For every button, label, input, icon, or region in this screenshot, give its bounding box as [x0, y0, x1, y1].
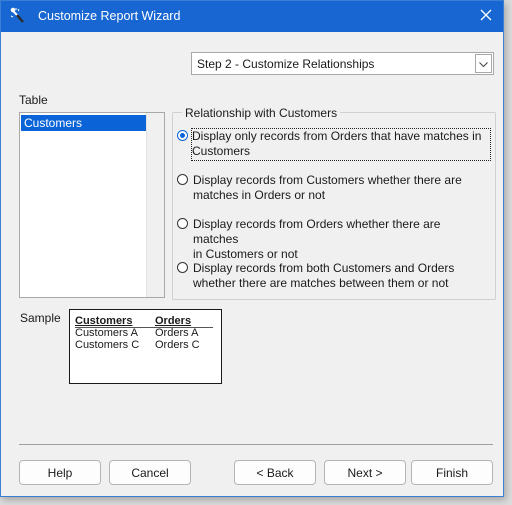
sample-header-orders: Orders: [155, 315, 192, 327]
step-dropdown-value: Step 2 - Customize Relationships: [197, 57, 375, 71]
relationship-group-label: Relationship with Customers: [182, 106, 341, 120]
dropdown-arrow-button[interactable]: [475, 54, 492, 73]
next-button[interactable]: Next >: [324, 460, 406, 485]
radio-label-line1: Display only records from Orders that ha…: [192, 129, 482, 143]
radio-label-line2: whether there are matches between them o…: [193, 276, 449, 290]
sample-column-orders: Orders Orders A Orders C: [155, 315, 200, 351]
chevron-down-icon: [479, 57, 488, 71]
list-item-customers[interactable]: Customers: [21, 115, 146, 131]
radio-label-line1: Display records from both Customers and …: [193, 261, 455, 275]
radio-button[interactable]: [177, 174, 188, 185]
radio-label-line2: in Customers or not: [193, 247, 298, 261]
finish-button[interactable]: Finish: [411, 460, 493, 485]
radio-label: Display records from Orders whether ther…: [193, 217, 489, 262]
sample-cell: Orders C: [155, 339, 200, 351]
vertical-scrollbar[interactable]: [146, 113, 164, 297]
radio-label: Display records from Customers whether t…: [193, 173, 489, 203]
sample-cell: Customers C: [75, 339, 140, 351]
radio-option-all-customers[interactable]: Display records from Customers whether t…: [177, 173, 493, 205]
radio-option-orders-matches-only[interactable]: Display only records from Orders that ha…: [177, 128, 493, 161]
wizard-wand-icon: [9, 7, 27, 25]
sample-header-customers: Customers: [75, 315, 133, 327]
radio-label: Display only records from Orders that ha…: [191, 128, 491, 161]
customize-report-wizard-window: Customize Report Wizard Step 2 - Customi…: [0, 0, 504, 497]
radio-label: Display records from both Customers and …: [193, 261, 489, 291]
sample-preview: Customers Customers A Customers C Orders…: [69, 309, 222, 384]
radio-button-checked[interactable]: [177, 130, 188, 141]
sample-label: Sample: [20, 311, 61, 325]
title-bar: Customize Report Wizard: [1, 1, 503, 32]
table-listbox[interactable]: Customers: [19, 112, 165, 298]
radio-label-line1: Display records from Orders whether ther…: [193, 217, 441, 246]
radio-option-all-orders[interactable]: Display records from Orders whether ther…: [177, 217, 493, 261]
close-button[interactable]: [469, 1, 503, 32]
sample-cell: Customers A: [75, 327, 138, 339]
table-label: Table: [19, 93, 48, 107]
radio-button[interactable]: [177, 218, 188, 229]
sample-cell: Orders A: [155, 327, 199, 339]
radio-button[interactable]: [177, 262, 188, 273]
sample-header-divider: [75, 327, 213, 328]
button-area-separator: [19, 444, 493, 445]
back-button[interactable]: < Back: [234, 460, 316, 485]
help-button[interactable]: Help: [19, 460, 101, 485]
step-dropdown[interactable]: Step 2 - Customize Relationships: [191, 52, 494, 75]
window-title: Customize Report Wizard: [38, 9, 181, 23]
radio-label-line1: Display records from Customers whether t…: [193, 173, 462, 187]
radio-label-line2: Customers: [192, 144, 251, 158]
sample-column-customers: Customers Customers A Customers C: [75, 315, 139, 351]
cancel-button[interactable]: Cancel: [109, 460, 191, 485]
radio-label-line2: matches in Orders or not: [193, 188, 326, 202]
close-icon: [480, 9, 492, 24]
radio-option-all-both[interactable]: Display records from both Customers and …: [177, 261, 493, 293]
